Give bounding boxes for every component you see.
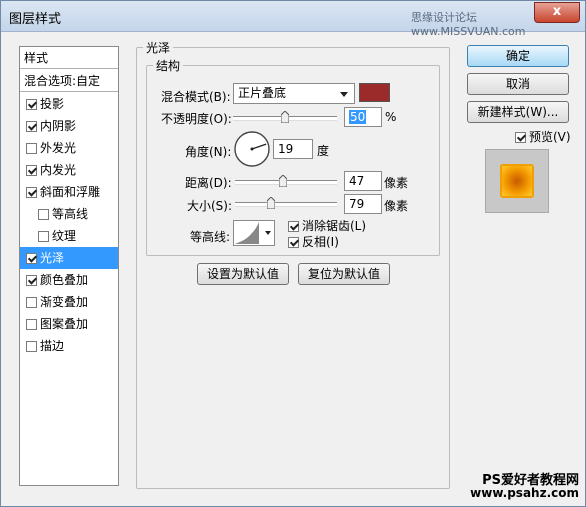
- blend-mode-label: 混合模式(B):: [161, 90, 231, 104]
- blend-mode-value: 正片叠底: [238, 86, 287, 100]
- style-item-label: 颜色叠加: [40, 273, 89, 287]
- structure-group-title: 结构: [156, 59, 181, 73]
- blend-mode-select[interactable]: 正片叠底: [233, 83, 355, 104]
- angle-dial-icon: [234, 131, 270, 167]
- checkbox-icon[interactable]: [26, 187, 37, 198]
- distance-label: 距离(D):: [185, 176, 232, 190]
- distance-slider[interactable]: [235, 175, 337, 187]
- preview-thumbnail: [500, 164, 534, 198]
- opacity-percent: %: [385, 110, 397, 124]
- reset-default-button[interactable]: 复位为默认值: [298, 263, 390, 285]
- ok-button[interactable]: 确定: [467, 45, 569, 67]
- opacity-label: 不透明度(O):: [161, 112, 232, 126]
- opacity-slider[interactable]: [233, 111, 337, 123]
- checkbox-icon[interactable]: [26, 121, 37, 132]
- size-label: 大小(S):: [187, 199, 233, 213]
- opacity-value: 50: [349, 110, 367, 124]
- size-input[interactable]: 79: [344, 194, 382, 214]
- close-button[interactable]: x: [534, 2, 580, 23]
- checkbox-icon[interactable]: [26, 341, 37, 352]
- angle-input[interactable]: 19: [273, 139, 313, 159]
- style-item-inner-glow[interactable]: 内发光: [20, 159, 118, 181]
- anti-alias-label: 消除锯齿(L): [302, 219, 367, 233]
- checkbox-icon[interactable]: [288, 221, 299, 232]
- size-slider[interactable]: [235, 197, 337, 209]
- checkbox-icon[interactable]: [26, 297, 37, 308]
- style-item-outer-glow[interactable]: 外发光: [20, 137, 118, 159]
- style-preview: [485, 149, 549, 213]
- checkbox-icon[interactable]: [26, 99, 37, 110]
- style-item-label: 内发光: [40, 163, 77, 177]
- anti-alias-checkbox[interactable]: 消除锯齿(L): [288, 217, 366, 234]
- angle-value: 19: [278, 142, 294, 156]
- title-bar[interactable]: 图层样式 思缘设计论坛 www.MISSVUAN.com x: [1, 1, 585, 38]
- close-icon: x: [552, 4, 562, 19]
- style-item-label: 投影: [40, 97, 65, 111]
- satin-group-title: 光泽: [146, 41, 171, 55]
- checkbox-icon[interactable]: [26, 275, 37, 286]
- checkbox-icon[interactable]: [515, 132, 526, 143]
- invert-checkbox[interactable]: 反相(I): [288, 233, 339, 250]
- layer-style-dialog: 图层样式 思缘设计论坛 www.MISSVUAN.com x 样式 混合选项:自…: [0, 0, 586, 507]
- style-item-pattern-overlay[interactable]: 图案叠加: [20, 313, 118, 335]
- style-item-label: 斜面和浮雕: [40, 185, 101, 199]
- style-item-label: 描边: [40, 339, 65, 353]
- style-item-label: 渐变叠加: [40, 295, 89, 309]
- blend-color-swatch[interactable]: [359, 83, 390, 102]
- checkbox-icon[interactable]: [26, 253, 37, 264]
- watermark-bottom-line2: www.psahz.com: [470, 486, 579, 500]
- style-item-bevel-emboss[interactable]: 斜面和浮雕: [20, 181, 118, 203]
- new-style-button[interactable]: 新建样式(W)...: [467, 101, 569, 123]
- style-item-stroke[interactable]: 描边: [20, 335, 118, 357]
- style-item-color-overlay[interactable]: 颜色叠加: [20, 269, 118, 291]
- styles-list: 样式 混合选项:自定 投影 内阴影 外发光 内发光 斜面和浮雕 等高线 纹理 光…: [19, 46, 119, 486]
- distance-input[interactable]: 47: [344, 171, 382, 191]
- size-unit: 像素: [384, 199, 409, 213]
- style-item-label: 图案叠加: [40, 317, 89, 331]
- cancel-button[interactable]: 取消: [467, 73, 569, 95]
- contour-picker[interactable]: [233, 220, 275, 246]
- style-item-label: 光泽: [40, 251, 65, 265]
- contour-label: 等高线:: [190, 230, 231, 244]
- size-value: 79: [349, 197, 365, 211]
- style-item-drop-shadow[interactable]: 投影: [20, 93, 118, 115]
- style-item-gradient-overlay[interactable]: 渐变叠加: [20, 291, 118, 313]
- distance-value: 47: [349, 174, 365, 188]
- invert-label: 反相(I): [302, 235, 339, 249]
- angle-dial[interactable]: [233, 130, 271, 168]
- style-item-label: 纹理: [52, 229, 77, 243]
- style-item-contour[interactable]: 等高线: [20, 203, 118, 225]
- style-item-satin[interactable]: 光泽: [20, 247, 118, 269]
- checkbox-icon[interactable]: [26, 319, 37, 330]
- checkbox-icon[interactable]: [288, 237, 299, 248]
- blend-options-item[interactable]: 混合选项:自定: [20, 70, 118, 92]
- checkbox-icon[interactable]: [38, 209, 49, 220]
- opacity-input[interactable]: 50: [344, 107, 382, 127]
- preview-label: 预览(V): [529, 130, 571, 144]
- size-slider-thumb[interactable]: [267, 197, 275, 209]
- style-item-label: 外发光: [40, 141, 77, 155]
- style-item-label: 等高线: [52, 207, 89, 221]
- style-item-label: 内阴影: [40, 119, 77, 133]
- contour-curve-icon: [235, 222, 259, 244]
- style-item-inner-shadow[interactable]: 内阴影: [20, 115, 118, 137]
- distance-slider-thumb[interactable]: [279, 175, 287, 187]
- set-default-button[interactable]: 设置为默认值: [197, 263, 289, 285]
- dialog-title: 图层样式: [9, 12, 62, 27]
- checkbox-icon[interactable]: [26, 165, 37, 176]
- style-item-texture[interactable]: 纹理: [20, 225, 118, 247]
- angle-unit: 度: [317, 144, 330, 158]
- angle-label: 角度(N):: [185, 145, 232, 159]
- checkbox-icon[interactable]: [38, 231, 49, 242]
- preview-checkbox[interactable]: 预览(V): [515, 128, 571, 145]
- distance-unit: 像素: [384, 176, 409, 190]
- chevron-down-icon[interactable]: [265, 231, 271, 235]
- chevron-down-icon: [340, 92, 348, 97]
- opacity-slider-thumb[interactable]: [281, 111, 289, 123]
- styles-header[interactable]: 样式: [20, 47, 118, 69]
- checkbox-icon[interactable]: [26, 143, 37, 154]
